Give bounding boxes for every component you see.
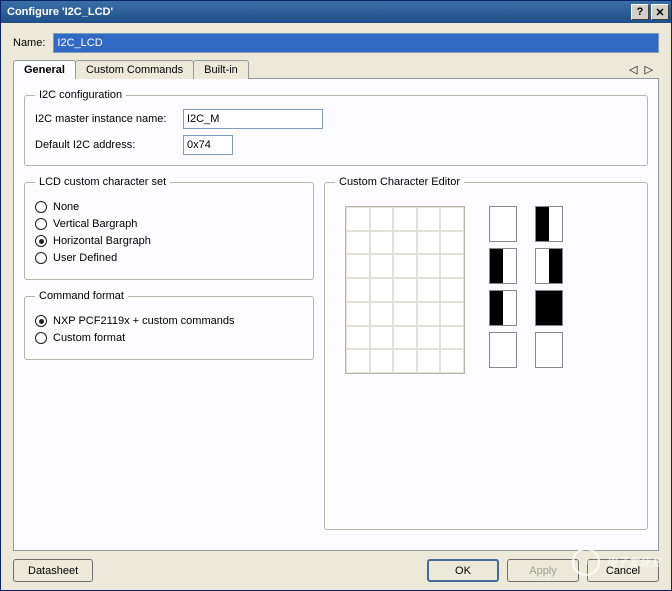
tab-custom-commands[interactable]: Custom Commands [75, 60, 194, 79]
name-input[interactable] [53, 33, 659, 53]
char-grid[interactable] [345, 206, 465, 374]
radio-hbar[interactable]: Horizontal Bargraph [35, 235, 303, 247]
master-label: I2C master instance name: [35, 113, 175, 125]
group-cmdformat: Command format NXP PCF2119x + custom com… [24, 290, 314, 360]
char-preview-6[interactable] [535, 290, 563, 326]
group-editor: Custom Character Editor [324, 176, 648, 530]
titlebar: Configure 'I2C_LCD' ? ✕ [1, 1, 671, 23]
addr-label: Default I2C address: [35, 139, 175, 151]
apply-button: Apply [507, 559, 579, 582]
radio-vbar[interactable]: Vertical Bargraph [35, 218, 303, 230]
char-preview-8[interactable] [535, 332, 563, 368]
char-previews [489, 206, 563, 374]
legend-charset: LCD custom character set [35, 176, 170, 188]
window-title: Configure 'I2C_LCD' [7, 6, 113, 18]
datasheet-button[interactable]: Datasheet [13, 559, 93, 582]
char-preview-2[interactable] [535, 206, 563, 242]
tab-general[interactable]: General [13, 60, 76, 79]
tab-nav[interactable]: ◁ ▷ [629, 60, 659, 79]
legend-editor: Custom Character Editor [335, 176, 464, 188]
tab-builtin[interactable]: Built-in [193, 60, 249, 79]
char-preview-3[interactable] [489, 248, 517, 284]
name-label: Name: [13, 37, 45, 49]
legend-i2c: I2C configuration [35, 89, 126, 101]
radio-custom[interactable]: Custom format [35, 332, 303, 344]
char-preview-5[interactable] [489, 290, 517, 326]
dialog-window: Configure 'I2C_LCD' ? ✕ Name: General Cu… [0, 0, 672, 591]
radio-none[interactable]: None [35, 201, 303, 213]
watermark: ✧ 电子发烧友 [572, 548, 661, 576]
legend-cmdformat: Command format [35, 290, 128, 302]
tabstrip: General Custom Commands Built-in ◁ ▷ [13, 60, 659, 79]
dialog-footer: Datasheet OK Apply Cancel [13, 551, 659, 582]
radio-user[interactable]: User Defined [35, 252, 303, 264]
dialog-content: Name: General Custom Commands Built-in ◁… [1, 23, 671, 590]
radio-nxp[interactable]: NXP PCF2119x + custom commands [35, 315, 303, 327]
watermark-icon: ✧ [572, 548, 600, 576]
tab-page-general: I2C configuration I2C master instance na… [13, 78, 659, 551]
name-row: Name: [13, 33, 659, 53]
group-charset: LCD custom character set None Vertical B… [24, 176, 314, 280]
addr-input[interactable] [183, 135, 233, 155]
char-preview-4[interactable] [535, 248, 563, 284]
group-i2c-config: I2C configuration I2C master instance na… [24, 89, 648, 166]
close-button[interactable]: ✕ [651, 4, 669, 20]
ok-button[interactable]: OK [427, 559, 499, 582]
char-preview-1[interactable] [489, 206, 517, 242]
help-button[interactable]: ? [631, 4, 649, 20]
char-preview-7[interactable] [489, 332, 517, 368]
master-input[interactable] [183, 109, 323, 129]
